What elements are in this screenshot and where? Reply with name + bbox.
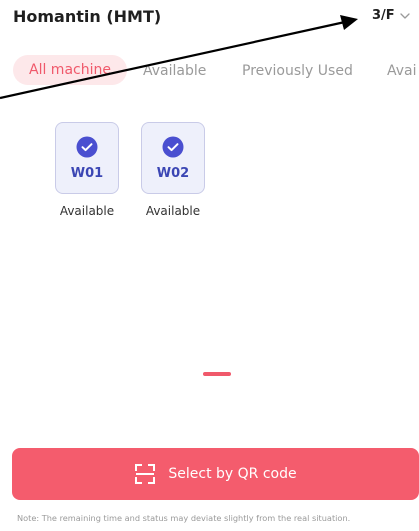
machine-status: Available xyxy=(59,204,115,218)
qr-button-label: Select by QR code xyxy=(168,466,297,482)
check-circle-icon xyxy=(76,136,98,158)
check-circle-icon xyxy=(162,136,184,158)
header: Homantin (HMT) 3/F xyxy=(0,0,419,40)
chevron-down-icon xyxy=(400,12,410,19)
machine-status: Available xyxy=(145,204,201,218)
machine-code: W01 xyxy=(70,166,104,181)
qr-scan-icon xyxy=(135,464,156,484)
page-indicator xyxy=(203,372,231,376)
floor-label: 3/F xyxy=(372,8,395,23)
tab-all-machine[interactable]: All machine xyxy=(13,55,127,85)
tab-previously-used[interactable]: Previously Used xyxy=(242,57,353,85)
location-title[interactable]: Homantin (HMT) xyxy=(13,7,161,26)
footer-note: Note: The remaining time and status may … xyxy=(17,513,351,523)
tab-available-truncated[interactable]: Avai xyxy=(387,57,417,85)
machine-box[interactable]: W02 xyxy=(141,122,205,194)
machine-code: W02 xyxy=(156,166,190,181)
floor-select[interactable]: 3/F xyxy=(372,8,411,23)
select-by-qr-button[interactable]: Select by QR code xyxy=(12,448,419,500)
machine-card-w02[interactable]: W02 Available xyxy=(140,122,206,218)
filter-tabs: All machine Available Previously Used Av… xyxy=(0,52,419,90)
machine-card-w01[interactable]: W01 Available xyxy=(54,122,120,218)
machine-box[interactable]: W01 xyxy=(55,122,119,194)
tab-available[interactable]: Available xyxy=(143,57,206,85)
